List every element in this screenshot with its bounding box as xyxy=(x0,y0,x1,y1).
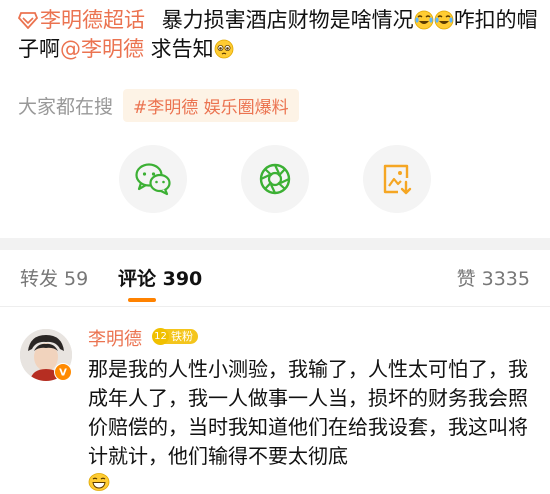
hot-search-label: 大家都在搜 xyxy=(18,95,114,118)
comment-item: V 李明德 12 铁粉 那是我的人性小测验，我输了，人性太可怕了，我成年人了，我… xyxy=(0,307,550,494)
svg-text:V: V xyxy=(59,368,67,379)
fan-level-number: 12 xyxy=(152,328,169,345)
tab-repost[interactable]: 转发 59 xyxy=(20,264,88,291)
wechat-icon xyxy=(135,163,171,196)
grin-emoji-icon xyxy=(88,473,110,491)
pleading-emoji-icon xyxy=(214,39,234,59)
share-wechat-button[interactable] xyxy=(119,145,187,213)
share-moments-button[interactable] xyxy=(241,145,309,213)
post-text: 李明德超话 暴力损害酒店财物是啥情况 咋扣的帽子啊@李明德 求告知 xyxy=(18,6,538,64)
comment-text: 那是我的人性小测验，我输了，人性太可怕了，我成年人了，我一人做事一人当，损坏的财… xyxy=(88,357,528,468)
hot-search-tag[interactable]: #李明德 娱乐圈爆料 xyxy=(123,88,299,122)
laugh-cry-emoji-icon xyxy=(414,10,434,30)
post-text-part1: 暴力损害酒店财物是啥情况 xyxy=(161,8,414,32)
tab-comments[interactable]: 评论 390 xyxy=(118,264,202,291)
post-text-part3: 求告知 xyxy=(144,37,214,61)
post-tabs: 转发 59 评论 390 赞 3335 xyxy=(0,250,550,306)
fan-level-badge: 12 铁粉 xyxy=(152,328,198,345)
moments-icon xyxy=(259,163,291,195)
share-row xyxy=(0,145,550,219)
active-tab-indicator xyxy=(128,298,156,302)
tab-likes[interactable]: 赞 3335 xyxy=(457,264,530,291)
save-image-button[interactable] xyxy=(363,145,431,213)
super-topic-label: 李明德超话 xyxy=(40,8,145,32)
comment-author[interactable]: 李明德 xyxy=(88,325,142,351)
laugh-cry-emoji-icon xyxy=(434,10,454,30)
super-topic-icon xyxy=(18,12,38,29)
verified-badge-icon: V xyxy=(54,363,72,381)
mention-link[interactable]: @李明德 xyxy=(60,37,144,61)
save-image-icon xyxy=(383,164,412,195)
post-content: 李明德超话 暴力损害酒店财物是啥情况 咋扣的帽子啊@李明德 求告知 大家都在搜 #… xyxy=(0,0,550,238)
section-divider xyxy=(0,238,550,250)
hot-search-row: 大家都在搜 #李明德 娱乐圈爆料 xyxy=(18,88,299,122)
super-topic-link[interactable]: 李明德超话 xyxy=(18,8,145,32)
